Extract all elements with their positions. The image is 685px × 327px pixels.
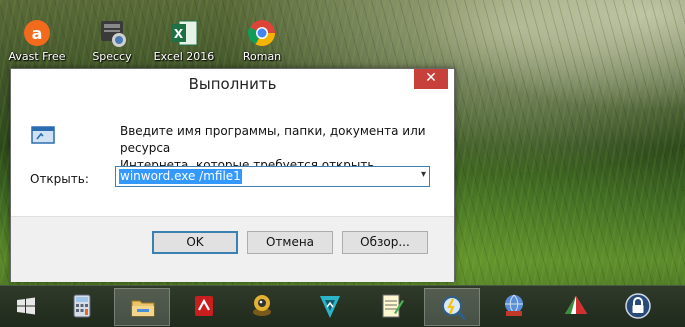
run-icon xyxy=(31,126,55,144)
notepad-icon xyxy=(377,292,405,320)
start-button[interactable] xyxy=(0,288,54,326)
dialog-button-bar: OK Отмена Обзор... xyxy=(11,216,454,282)
process-monitor-icon xyxy=(439,293,467,321)
taskbar-browser-app[interactable] xyxy=(548,288,604,326)
avast-icon: a xyxy=(22,18,52,48)
taskbar-media-player[interactable] xyxy=(302,288,358,326)
open-label: Открыть: xyxy=(30,172,89,186)
excel-icon: X xyxy=(169,18,199,48)
cancel-button[interactable]: Отмена xyxy=(247,231,333,254)
browse-button[interactable]: Обзор... xyxy=(342,231,428,254)
chevron-down-icon[interactable]: ▾ xyxy=(421,169,426,180)
desktop-icon-label: Speccy xyxy=(92,50,132,63)
calculator-icon xyxy=(68,292,96,320)
run-dialog: Выполнить ✕ Введите имя программы, папки… xyxy=(10,68,455,282)
desktop-icon-label: Roman xyxy=(242,50,282,63)
taskbar-file-explorer[interactable] xyxy=(114,288,170,326)
lock-icon xyxy=(624,292,652,320)
taskbar xyxy=(0,285,685,327)
dialog-titlebar[interactable]: Выполнить ✕ xyxy=(11,69,454,98)
taskbar-network-app[interactable] xyxy=(486,288,542,326)
desktop-icon-avast[interactable]: a Avast Free xyxy=(1,0,73,63)
open-combobox[interactable]: winword.exe /mfile1 ▾ xyxy=(115,166,430,187)
close-button[interactable]: ✕ xyxy=(414,69,448,89)
media-player-icon xyxy=(316,292,344,320)
desktop-icon-label: Avast Free xyxy=(8,50,66,63)
taskbar-pdf-app[interactable] xyxy=(176,288,232,326)
taskbar-notepad[interactable] xyxy=(363,288,419,326)
webcam-icon xyxy=(248,292,276,320)
file-explorer-icon xyxy=(129,293,157,321)
svg-text:a: a xyxy=(32,24,43,43)
network-app-icon xyxy=(500,292,528,320)
ok-button[interactable]: OK xyxy=(152,231,238,254)
description-line-1: Введите имя программы, папки, документа … xyxy=(120,124,426,155)
desktop-icon-chrome[interactable]: Roman xyxy=(226,0,298,63)
speccy-icon xyxy=(97,18,127,48)
taskbar-process-monitor[interactable] xyxy=(424,288,480,326)
taskbar-lock-app[interactable] xyxy=(610,288,666,326)
chrome-icon xyxy=(247,18,277,48)
desktop-icon-label: Excel 2016 xyxy=(153,50,215,63)
windows-start-icon xyxy=(12,292,40,320)
open-input-value[interactable]: winword.exe /mfile1 xyxy=(119,169,242,184)
svg-text:X: X xyxy=(174,27,184,41)
browser-app-icon xyxy=(562,292,590,320)
dialog-title: Выполнить xyxy=(188,75,277,93)
desktop-icon-speccy[interactable]: Speccy xyxy=(76,0,148,63)
pdf-app-icon xyxy=(190,292,218,320)
taskbar-calculator[interactable] xyxy=(54,288,110,326)
taskbar-webcam-app[interactable] xyxy=(234,288,290,326)
desktop-icon-excel[interactable]: X Excel 2016 xyxy=(148,0,220,63)
